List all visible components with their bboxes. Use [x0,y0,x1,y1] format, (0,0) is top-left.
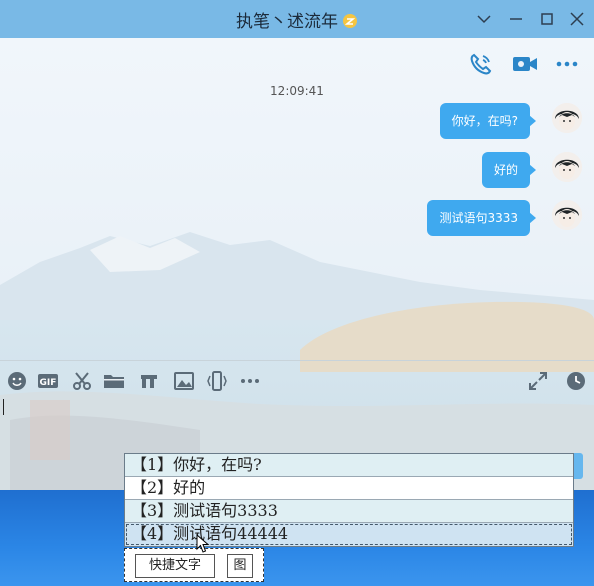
message-bubble[interactable]: 测试语句3333 [427,200,536,236]
history-clock-icon[interactable] [565,370,587,392]
message-bubble[interactable]: 你好，在吗? [439,103,537,139]
maximize-icon[interactable] [537,9,557,29]
chat-window: 执笔丶述流年 12:09:41 你好，在吗? 好的 测试语句3333 GIF [0,0,594,490]
avatar[interactable] [552,103,582,133]
message-timestamp: 12:09:41 [270,84,324,98]
mouse-cursor-icon [196,534,210,553]
quick-reply-item[interactable]: 【2】好的 [125,477,573,500]
message-row: 好的 [282,152,582,192]
scissors-icon[interactable] [71,370,93,392]
emoji-icon[interactable] [6,370,28,392]
window-title: 执笔丶述流年 [0,7,594,32]
quick-reply-item-selected[interactable]: 【4】测试语句44444 [125,523,573,546]
quick-reply-toolbar: 快捷文字 图 [124,548,264,582]
folder-icon[interactable] [103,370,125,392]
image-button[interactable]: 图 [227,554,253,578]
music-icon[interactable] [138,370,160,392]
quick-reply-item[interactable]: 【1】你好，在吗? [125,454,573,477]
chevron-down-icon[interactable] [474,9,494,29]
shake-icon[interactable] [206,370,228,392]
message-bubble[interactable]: 好的 [481,152,537,188]
text-caret [3,399,4,415]
image-icon[interactable] [173,370,195,392]
minimize-icon[interactable] [506,9,526,29]
quick-text-button[interactable]: 快捷文字 [135,554,215,578]
svg-text:GIF: GIF [40,378,57,388]
message-row: 测试语句3333 [282,200,582,240]
message-row: 你好，在吗? [282,103,582,143]
close-icon[interactable] [567,9,587,29]
expand-icon[interactable] [527,370,549,392]
quick-reply-list: 【1】你好，在吗? 【2】好的 【3】测试语句3333 【4】测试语句44444 [124,453,574,547]
phone-call-icon[interactable] [467,50,495,78]
more-icon[interactable] [239,370,261,392]
gif-icon[interactable]: GIF [37,370,59,392]
avatar[interactable] [552,200,582,230]
input-divider [0,360,594,361]
more-icon[interactable] [553,50,581,78]
contact-name[interactable]: 执笔丶述流年 [236,12,338,32]
title-bar: 执笔丶述流年 [0,0,594,38]
quick-reply-item[interactable]: 【3】测试语句3333 [125,500,573,523]
avatar[interactable] [552,152,582,182]
vip-badge-icon [343,14,357,28]
video-call-icon[interactable] [511,50,539,78]
